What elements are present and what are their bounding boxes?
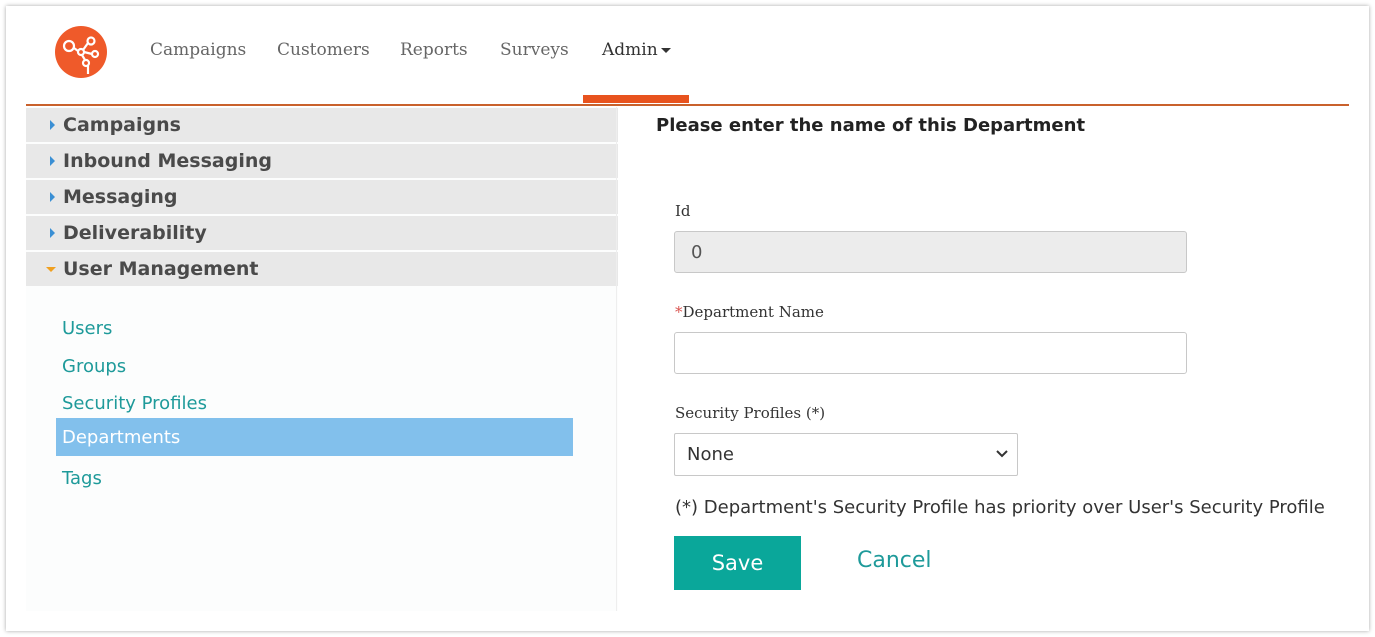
save-button[interactable]: Save <box>674 536 801 590</box>
security-profiles-label: Security Profiles (*) <box>675 404 826 422</box>
sidebar-item-users[interactable]: Users <box>62 318 112 339</box>
sidebar-section-label: Messaging <box>63 186 178 208</box>
nav-divider <box>26 104 1349 106</box>
sidebar-section-messaging[interactable]: Messaging <box>26 180 618 214</box>
department-name-input[interactable] <box>674 332 1187 374</box>
triangle-down-icon <box>46 266 56 272</box>
triangle-right-icon <box>50 156 55 166</box>
cancel-button[interactable]: Cancel <box>857 548 932 573</box>
triangle-right-icon <box>50 192 55 202</box>
sidebar-divider <box>616 107 617 611</box>
nav-customers[interactable]: Customers <box>277 40 370 60</box>
security-profiles-selected-value: None <box>687 444 734 465</box>
triangle-right-icon <box>50 120 55 130</box>
required-marker: * <box>675 303 683 321</box>
sidebar-section-user-management[interactable]: User Management <box>26 252 618 286</box>
sidebar-item-tags[interactable]: Tags <box>62 468 102 489</box>
sidebar-section-deliverability[interactable]: Deliverability <box>26 216 618 250</box>
sidebar-section-label: Campaigns <box>63 114 181 136</box>
sidebar-section-campaigns[interactable]: Campaigns <box>26 108 618 142</box>
sidebar-item-security-profiles[interactable]: Security Profiles <box>62 393 207 414</box>
top-navigation: Campaigns Customers Reports Surveys Admi… <box>6 6 1369 106</box>
security-profile-note: (*) Department's Security Profile has pr… <box>675 497 1325 518</box>
nav-admin-label: Admin <box>602 40 658 60</box>
sidebar-section-inbound-messaging[interactable]: Inbound Messaging <box>26 144 618 178</box>
triangle-right-icon <box>50 228 55 238</box>
active-tab-indicator <box>583 95 689 103</box>
nav-reports[interactable]: Reports <box>400 40 468 60</box>
sidebar-section-label: Inbound Messaging <box>63 150 272 172</box>
app-window: Campaigns Customers Reports Surveys Admi… <box>6 6 1369 631</box>
caret-down-icon <box>660 48 671 53</box>
id-field[interactable] <box>674 231 1187 273</box>
security-profiles-select[interactable]: None <box>674 433 1018 476</box>
page-title: Please enter the name of this Department <box>656 115 1086 136</box>
nav-campaigns[interactable]: Campaigns <box>150 40 246 60</box>
nav-admin[interactable]: Admin <box>602 40 671 60</box>
sidebar-section-label: Deliverability <box>63 222 207 244</box>
department-name-label: *Department Name <box>675 303 824 321</box>
sidebar: Campaigns Inbound Messaging Messaging De… <box>26 107 618 611</box>
department-name-label-text: Department Name <box>682 303 824 321</box>
chevron-down-icon <box>996 450 1008 458</box>
sidebar-section-label: User Management <box>63 258 259 280</box>
id-label: Id <box>675 202 691 220</box>
nav-surveys[interactable]: Surveys <box>500 40 569 60</box>
sidebar-item-departments[interactable]: Departments <box>56 418 573 456</box>
network-logo-icon[interactable] <box>55 26 107 78</box>
sidebar-item-groups[interactable]: Groups <box>62 356 126 377</box>
